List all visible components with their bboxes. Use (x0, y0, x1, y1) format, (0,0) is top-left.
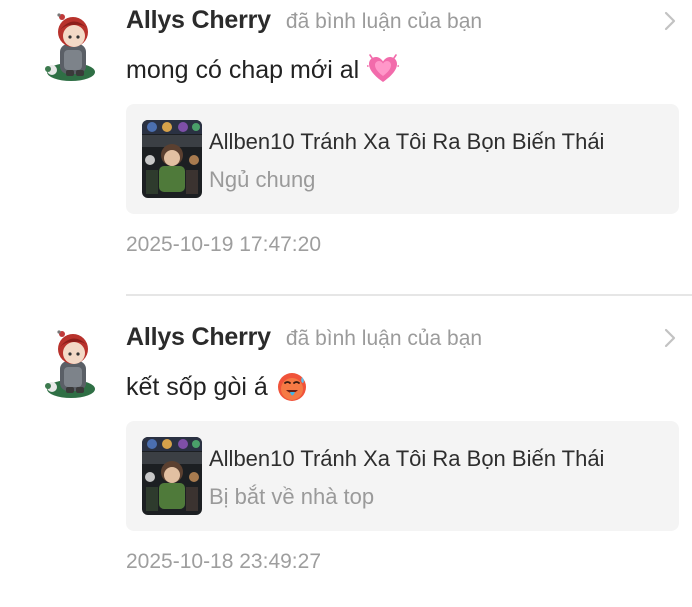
action-text: đã bình luận của bạn (285, 327, 483, 350)
comment-text: kết sốp gòi á (126, 372, 268, 401)
story-title: Allben10 Tránh Xa Tôi Ra Bọn Biến Thái (209, 446, 605, 471)
story-cover-thumbnail (142, 437, 202, 515)
story-card[interactable]: Allben10 Tránh Xa Tôi Ra Bọn Biến Thái N… (126, 104, 679, 214)
divider (126, 294, 692, 296)
notification-item[interactable]: Allys Cherry đã bình luận của bạn kết số… (0, 317, 692, 607)
username[interactable]: Allys Cherry (126, 6, 271, 35)
avatar[interactable] (38, 8, 98, 84)
avatar[interactable] (38, 325, 98, 401)
chapter-title: Bị bắt về nhà top (209, 484, 375, 509)
chevron-right-icon[interactable] (660, 10, 680, 32)
hot-face-icon (276, 371, 308, 403)
username[interactable]: Allys Cherry (126, 323, 271, 352)
story-card[interactable]: Allben10 Tránh Xa Tôi Ra Bọn Biến Thái B… (126, 421, 679, 531)
pink-heart-icon (367, 54, 400, 86)
timestamp: 2025-10-19 17:47:20 (126, 233, 321, 256)
action-text: đã bình luận của bạn (285, 10, 483, 33)
timestamp: 2025-10-18 23:49:27 (126, 550, 321, 573)
comment-text: mong có chap mới al (126, 55, 360, 84)
chapter-title: Ngủ chung (209, 167, 316, 192)
story-title: Allben10 Tránh Xa Tôi Ra Bọn Biến Thái (209, 129, 605, 154)
notification-item[interactable]: Allys Cherry đã bình luận của bạn mong c… (0, 0, 692, 296)
story-cover-thumbnail (142, 120, 202, 198)
chevron-right-icon[interactable] (660, 327, 680, 349)
